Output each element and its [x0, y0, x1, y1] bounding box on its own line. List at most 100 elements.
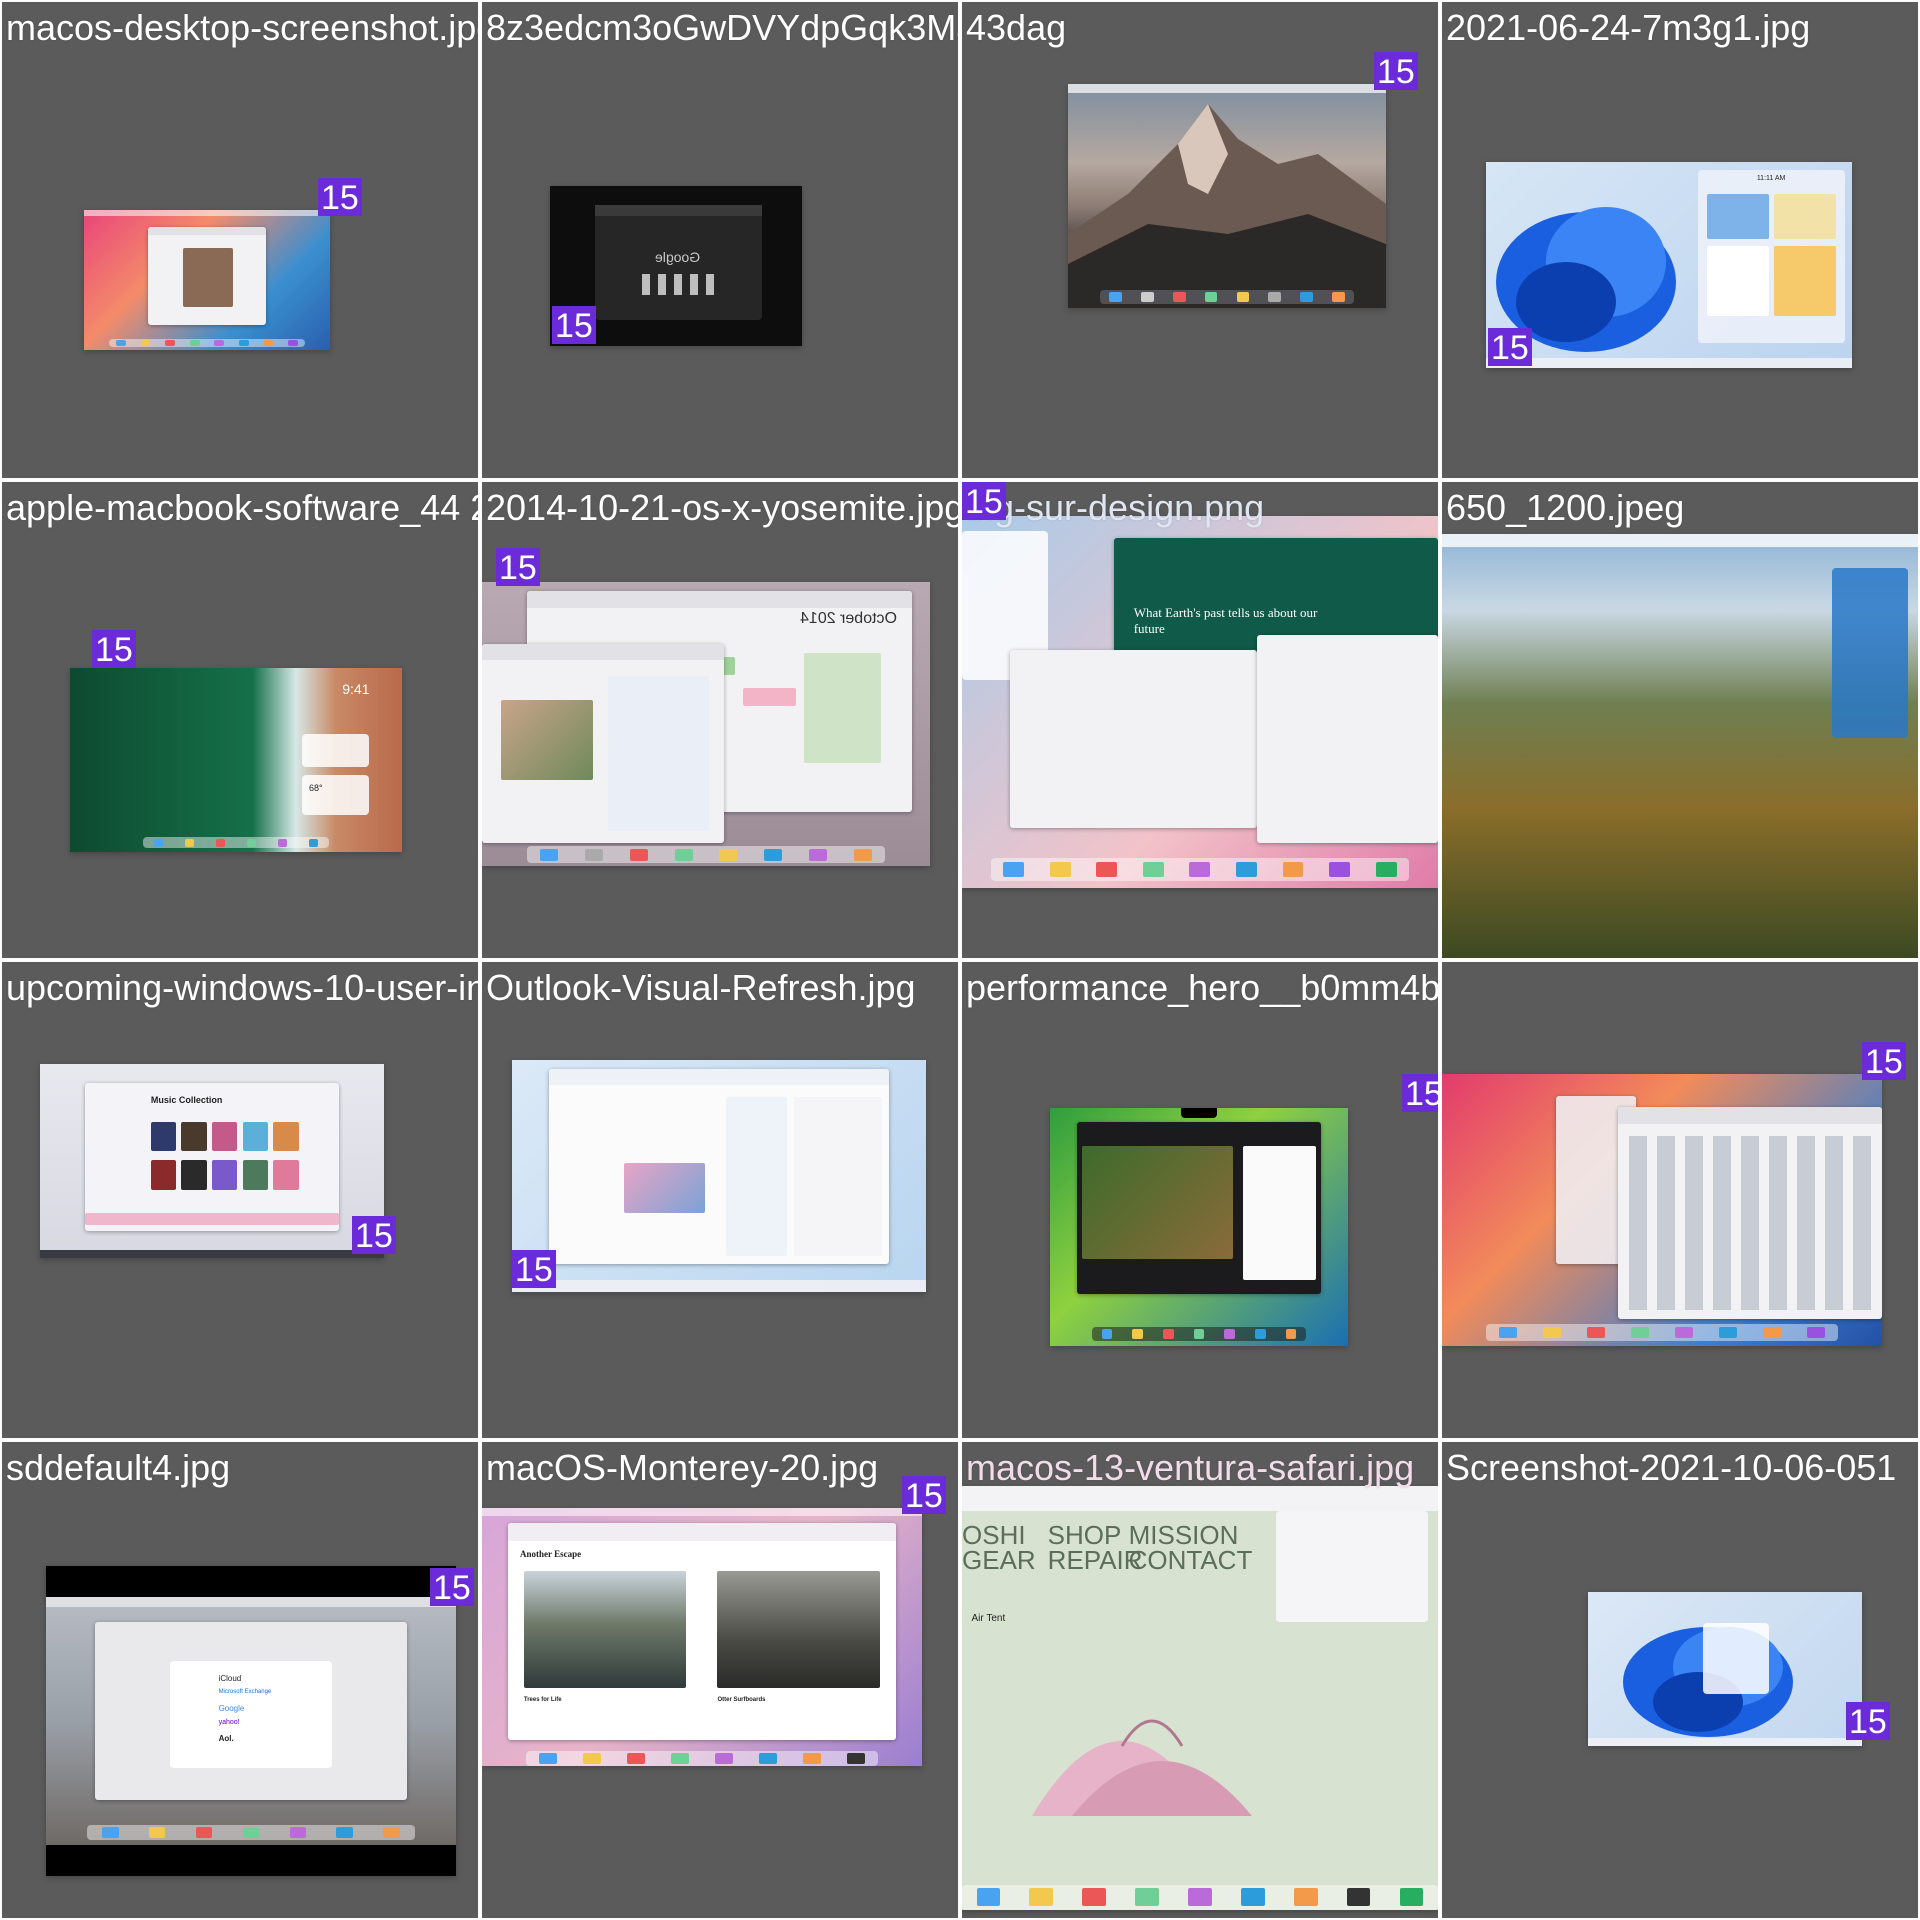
cell-caption: 650_1200.jpeg	[1446, 487, 1685, 528]
grid-cell-13[interactable]: sddefault4.jpg iCloud Microsoft Exchange…	[2, 1442, 478, 1918]
menu-bar	[46, 1597, 456, 1607]
thumbnail-image	[1588, 1592, 1862, 1746]
dock	[962, 1884, 1438, 1910]
count-badge: 15	[318, 178, 362, 217]
provider-exchange[interactable]: Microsoft Exchange	[219, 1689, 272, 1695]
photo-left	[523, 1571, 687, 1689]
photo-attachment	[501, 700, 594, 780]
count-badge: 15	[962, 482, 1006, 521]
cell-caption: big-sur-design.png	[966, 487, 1265, 528]
thumbnail-image	[1068, 84, 1386, 308]
grid-cell-16[interactable]: Screenshot-2021-10-06-051 15	[1442, 1442, 1918, 1918]
count-badge: 15	[92, 630, 136, 669]
grid-cell-2[interactable]: 8z3edcm3oGwDVYdpGqk3Mapplez0ub_mptr27_bh…	[482, 2, 958, 478]
grid-cell-4[interactable]: 2021-06-24-7m3g1.jpg 11:11 AM 15	[1442, 2, 1918, 478]
thumbnail-image	[1442, 534, 1918, 958]
cell-caption: 43dag	[966, 7, 1067, 48]
grid-cell-8[interactable]: 650_1200.jpeg	[1442, 482, 1918, 958]
thumbnail-image: Another Escape Trees for Life Otter Surf…	[482, 1508, 922, 1766]
cell-caption: 2014-10-21-os-x-yosemite.jpg	[486, 487, 958, 528]
thumbnail-grid: macos-desktop-screenshot.jpg 15 8z3edcm3…	[0, 0, 1920, 1920]
cell-caption: sddefault4.jpg	[6, 1447, 231, 1488]
provider-icloud[interactable]: iCloud	[219, 1674, 242, 1683]
menu-bar	[482, 1508, 922, 1516]
finder-window	[147, 226, 267, 325]
thumbnail-image	[84, 210, 330, 350]
caption-right: Otter Surfboards	[717, 1696, 766, 1703]
thumbnail-image: 11:11 AM	[1486, 162, 1852, 368]
grid-cell-7[interactable]: big-sur-design.png What Earth's past tel…	[962, 482, 1438, 958]
thumbnail-image: SHOP MISSION REPAIR CONTACT OSHI GEAR Ai…	[962, 1486, 1438, 1910]
count-badge: 15	[430, 1568, 474, 1607]
grid-cell-11[interactable]: performance_hero__b0mm4bztqc3a_large_2x-…	[962, 962, 1438, 1438]
count-badge: 15	[1846, 1702, 1890, 1741]
mail-accounts-window: iCloud Microsoft Exchange Google yahoo! …	[95, 1621, 407, 1801]
photo-right	[717, 1571, 881, 1689]
grid-cell-3[interactable]: 43dag 15	[962, 2, 1438, 478]
tv-app-window	[1076, 1122, 1322, 1294]
thumbnail-image: 68° 9:41	[70, 668, 402, 852]
dock	[526, 1750, 878, 1766]
music-app-window: Music Collection	[84, 1083, 340, 1231]
cell-caption: Outlook-Visual-Refresh.jpg	[486, 967, 916, 1008]
grid-cell-9[interactable]: upcoming-windows-10-user-interface-visua…	[2, 962, 478, 1438]
menu-bar	[84, 210, 330, 216]
safari-window: Another Escape Trees for Life Otter Surf…	[508, 1523, 896, 1741]
provider-yahoo[interactable]: yahoo!	[219, 1719, 240, 1726]
count-badge: 15	[496, 548, 540, 587]
cell-caption: performance_hero__b0mm4bztqc3a_large_2x-…	[966, 967, 1438, 1008]
provider-google[interactable]: Google	[219, 1704, 245, 1713]
count-badge: 15	[902, 1476, 946, 1515]
count-badge: 15	[1374, 52, 1418, 91]
widgets-panel: 11:11 AM	[1698, 170, 1845, 344]
weather-temperature: 68°	[309, 782, 323, 793]
messages-window	[482, 644, 724, 844]
camera-notch	[1181, 1108, 1217, 1118]
icloud-drive-window	[1257, 635, 1438, 844]
thumbnail-image: October 2014	[482, 582, 930, 866]
outlook-window	[549, 1069, 889, 1265]
dock	[526, 846, 886, 864]
grid-cell-1[interactable]: macos-desktop-screenshot.jpg 15	[2, 2, 478, 478]
finder-window	[1618, 1106, 1882, 1319]
taskbar	[512, 1280, 926, 1292]
cell-caption: macos-desktop-screenshot.jpg	[6, 7, 478, 48]
mail-window	[1009, 649, 1258, 829]
grid-cell-14[interactable]: macOS-Monterey-20.jpg Another Escape Tre…	[482, 1442, 958, 1918]
grid-cell-10[interactable]: Outlook-Visual-Refresh.jpg 15	[482, 962, 958, 1438]
cell-caption: 2021-06-24-7m3g1.jpg	[1446, 7, 1811, 48]
taskbar	[1588, 1738, 1862, 1746]
cell-caption: macOS-Monterey-20.jpg	[486, 1447, 879, 1488]
weather-widget: 68°	[302, 774, 369, 816]
thumbnail-image: iCloud Microsoft Exchange Google yahoo! …	[46, 1566, 456, 1876]
grid-cell-12[interactable]: 15	[1442, 962, 1918, 1438]
taskbar	[40, 1250, 384, 1258]
taskbar	[1486, 357, 1852, 368]
count-badge: 15	[552, 306, 596, 345]
lock-clock: 9:41	[342, 680, 370, 697]
thumbnail-image: What Earth's past tells us about our fut…	[962, 516, 1438, 888]
cell-caption: apple-macbook-software_44 20170922-21386…	[6, 487, 478, 528]
provider-aol[interactable]: Aol.	[219, 1734, 234, 1743]
count-badge: 15	[512, 1250, 556, 1289]
share-popover	[1276, 1511, 1429, 1622]
count-badge: 15	[1402, 1074, 1438, 1113]
grid-cell-5[interactable]: apple-macbook-software_44 20170922-21386…	[2, 482, 478, 958]
grid-cell-6[interactable]: 2014-10-21-os-x-yosemite.jpg October 201…	[482, 482, 958, 958]
dock	[108, 338, 306, 348]
dock	[1099, 290, 1355, 304]
widgets-time: 11:11 AM	[1756, 175, 1786, 183]
thumbnail-image	[1050, 1108, 1348, 1346]
dock	[1091, 1326, 1307, 1342]
notification-widget	[302, 734, 369, 768]
caption-left: Trees for Life	[523, 1696, 562, 1703]
menu-bar	[1442, 534, 1918, 547]
account-provider-sheet: iCloud Microsoft Exchange Google yahoo! …	[169, 1661, 332, 1769]
cell-caption: upcoming-windows-10-user-interface-visua…	[6, 967, 478, 1008]
music-collection-title: Music Collection	[150, 1095, 223, 1106]
thumbnail-image	[512, 1060, 926, 1292]
context-menu	[1703, 1622, 1769, 1694]
dock	[87, 1825, 415, 1841]
dock	[1486, 1324, 1838, 1341]
grid-cell-15[interactable]: macos-13-ventura-safari.jpg SHOP MISSION…	[962, 1442, 1438, 1918]
